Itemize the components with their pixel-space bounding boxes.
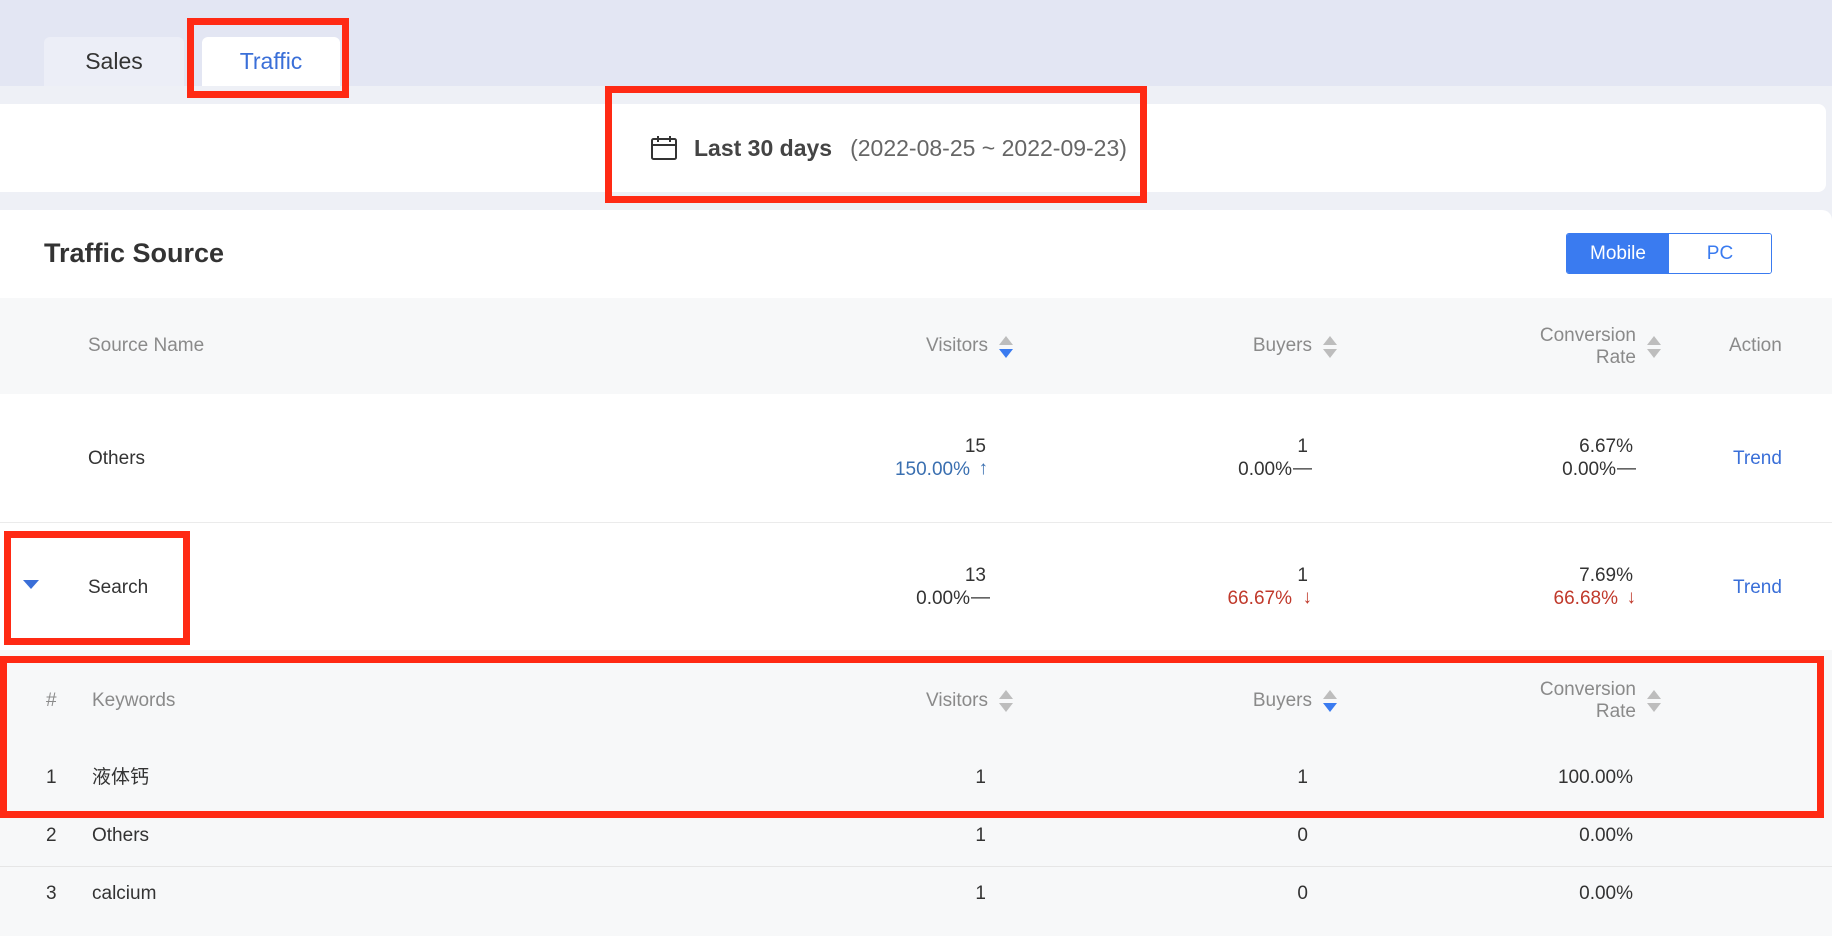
source-name-search[interactable]: Search: [88, 577, 148, 599]
keyword-visitors: 1: [975, 767, 986, 788]
conversion-change: 0.00%: [1562, 459, 1616, 480]
keyword-index: 3: [46, 883, 57, 904]
arrow-down-icon: ↓: [1626, 587, 1637, 608]
panel-title: Traffic Source: [44, 238, 225, 268]
keyword-table: [0, 650, 1832, 816]
keyword-buyers: 0: [1297, 825, 1308, 846]
header-keywords: Keywords: [92, 690, 176, 711]
dash-icon: —: [971, 587, 990, 608]
keyword-visitors: 1: [975, 825, 986, 846]
keyword-name: Others: [92, 825, 150, 846]
keyword-name: 液体钙: [92, 767, 150, 788]
keyword-name: calcium: [92, 883, 157, 904]
keyword-conversion: 100.00%: [1557, 767, 1633, 788]
dash-icon: —: [1617, 458, 1636, 479]
toggle-pc[interactable]: PC: [1669, 234, 1771, 273]
date-picker[interactable]: Last 30 days (2022-08-25 ~ 2022-09-23): [650, 104, 1127, 192]
visitors-change: 150.00%: [894, 459, 970, 480]
sort-conversion-icon[interactable]: [1647, 336, 1661, 360]
buyers-change: 66.67%: [1227, 588, 1292, 609]
keyword-index: 1: [46, 767, 57, 788]
sort-visitors-icon[interactable]: [999, 690, 1013, 714]
keyword-buyers: 1: [1297, 767, 1308, 788]
header-source-name: Source Name: [88, 335, 205, 356]
header-index: #: [46, 690, 57, 711]
conversion-value: 6.67%: [1579, 436, 1633, 457]
header-buyers: Buyers: [1252, 690, 1312, 711]
row-divider: [0, 866, 1832, 867]
conversion-value: 7.69%: [1579, 565, 1633, 586]
visitors-change: 0.00%: [916, 588, 970, 609]
sort-buyers-icon[interactable]: [1323, 336, 1337, 360]
header-action: Action: [1729, 335, 1782, 356]
date-range-label: Last 30 days: [694, 134, 833, 161]
sort-visitors-icon[interactable]: [999, 336, 1013, 360]
arrow-down-icon: ↓: [1302, 587, 1313, 608]
source-name-others: Others: [88, 448, 146, 469]
keyword-visitors: 1: [975, 883, 986, 904]
keyword-buyers: 0: [1297, 883, 1308, 904]
keyword-index: 2: [46, 825, 57, 846]
calendar-icon: [651, 136, 677, 160]
header-visitors: Visitors: [926, 335, 988, 356]
device-toggle: Mobile PC: [1566, 233, 1772, 274]
date-range-value: (2022-08-25 ~ 2022-09-23): [850, 134, 1127, 161]
header-visitors: Visitors: [926, 690, 988, 711]
row-divider: [0, 522, 1832, 523]
header-conversion-rate: Conversion Rate: [1539, 325, 1636, 368]
trend-link[interactable]: Trend: [1733, 577, 1782, 599]
buyers-value: 1: [1297, 565, 1308, 586]
keyword-conversion: 0.00%: [1579, 883, 1633, 904]
dash-icon: —: [1293, 458, 1312, 479]
header-buyers: Buyers: [1252, 335, 1312, 356]
tab-traffic[interactable]: Traffic: [202, 37, 340, 86]
header-conversion-rate: Conversion Rate: [1539, 679, 1636, 722]
visitors-value: 13: [964, 565, 986, 586]
visitors-value: 15: [964, 436, 986, 457]
arrow-up-icon: ↑: [978, 458, 989, 479]
toggle-mobile[interactable]: Mobile: [1567, 234, 1669, 273]
trend-link[interactable]: Trend: [1733, 448, 1782, 470]
sort-buyers-icon[interactable]: [1323, 690, 1337, 714]
buyers-value: 1: [1297, 436, 1308, 457]
expand-arrow-icon[interactable]: [23, 580, 39, 589]
conversion-change: 66.68%: [1553, 588, 1618, 609]
sort-conversion-icon[interactable]: [1647, 690, 1661, 714]
tab-sales[interactable]: Sales: [44, 37, 184, 86]
keyword-conversion: 0.00%: [1579, 825, 1633, 846]
buyers-change: 0.00%: [1238, 459, 1292, 480]
